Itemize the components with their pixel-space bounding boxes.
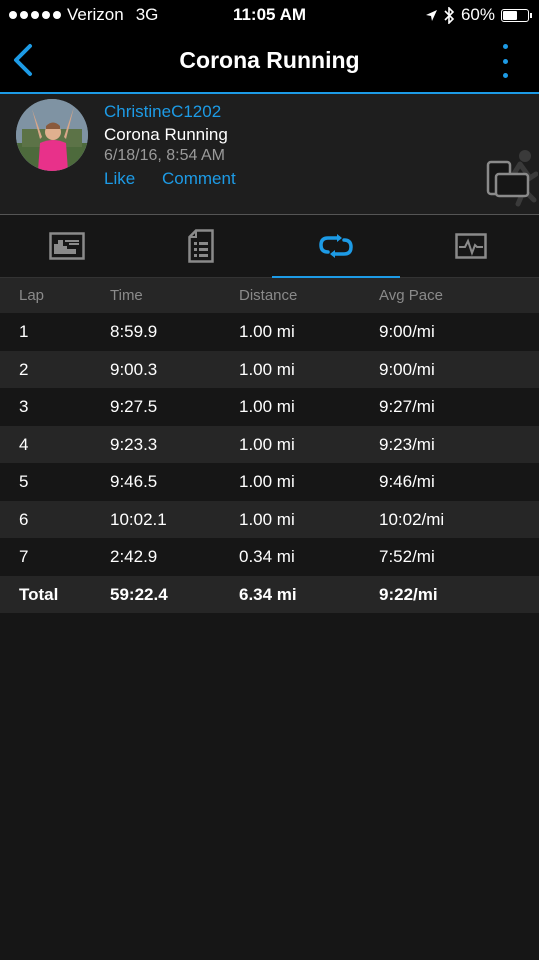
lap-time: 2:42.9 <box>110 547 158 566</box>
total-distance: 6.34 mi <box>239 584 297 604</box>
lap-distance: 1.00 mi <box>239 472 295 491</box>
activity-datetime: 6/18/16, 8:54 AM <box>104 147 225 164</box>
lap-pace: 9:00/mi <box>379 359 435 379</box>
lap-distance: 1.00 mi <box>239 509 295 529</box>
lap-time: 10:02.1 <box>110 509 167 529</box>
page-title: Corona Running <box>179 47 360 73</box>
lap-row: 2 9:00.3 1.00 mi 9:00/mi <box>0 350 539 388</box>
lap-distance: 0.34 mi <box>239 547 295 566</box>
avatar[interactable] <box>16 99 88 171</box>
lap-time: 9:00.3 <box>110 359 158 379</box>
lap-time: 9:27.5 <box>110 397 158 416</box>
header-time: Time <box>110 287 143 304</box>
navigation-bar: Corona Running <box>0 30 539 94</box>
header-lap: Lap <box>19 287 45 304</box>
chart-icon <box>49 232 85 260</box>
lap-row: 3 9:27.5 1.00 mi 9:27/mi <box>0 388 539 426</box>
lap-pace: 9:23/mi <box>379 434 435 454</box>
lap-time: 9:23.3 <box>110 434 158 454</box>
lap-row: 4 9:23.3 1.00 mi 9:23/mi <box>0 425 539 463</box>
total-time: 59:22.4 <box>110 584 168 604</box>
lap-distance: 1.00 mi <box>239 397 295 416</box>
lap-number: 7 <box>19 547 29 566</box>
activity-name: Corona Running <box>104 125 228 144</box>
total-pace: 9:22/mi <box>379 584 438 604</box>
tab-laps[interactable] <box>269 215 403 278</box>
lap-row: 5 9:46.5 1.00 mi 9:46/mi <box>0 463 539 501</box>
activity-header: ChristineC1202 Corona Running 6/18/16, 8… <box>0 94 539 215</box>
lap-distance: 1.00 mi <box>239 359 295 379</box>
battery-icon <box>501 8 532 22</box>
lap-number: 3 <box>19 397 29 416</box>
lap-pace: 10:02/mi <box>379 509 445 529</box>
lap-pace: 9:00/mi <box>379 322 435 341</box>
heart-rate-icon <box>455 233 487 259</box>
like-button[interactable]: Like <box>104 169 135 189</box>
activity-tabs <box>0 215 539 278</box>
lap-number: 4 <box>19 434 29 454</box>
lap-time: 8:59.9 <box>110 322 158 341</box>
comment-button[interactable]: Comment <box>162 169 236 189</box>
tab-summary[interactable] <box>0 215 134 277</box>
tab-charts[interactable] <box>404 215 538 277</box>
lap-number: 6 <box>19 509 29 529</box>
total-label: Total <box>19 584 59 604</box>
total-row: Total 59:22.4 6.34 mi 9:22/mi <box>0 575 539 613</box>
lap-pace: 9:27/mi <box>379 397 435 416</box>
more-options-icon[interactable] <box>501 44 509 78</box>
lap-row: 6 10:02.1 1.00 mi 10:02/mi <box>0 500 539 538</box>
header-avg-pace: Avg Pace <box>379 287 443 304</box>
lap-distance: 1.00 mi <box>239 322 295 341</box>
lap-row: 1 8:59.9 1.00 mi 9:00/mi <box>0 313 539 351</box>
battery-percent: 60% <box>460 5 495 24</box>
lap-pace: 9:46/mi <box>379 472 435 491</box>
lap-row: 7 2:42.9 0.34 mi 7:52/mi <box>0 538 539 576</box>
bluetooth-icon <box>444 6 455 24</box>
lap-time: 9:46.5 <box>110 472 158 491</box>
tab-details[interactable] <box>134 215 268 277</box>
lap-distance: 1.00 mi <box>239 434 295 454</box>
laps-loop-icon <box>319 234 353 258</box>
header-distance: Distance <box>239 287 298 304</box>
laps-table-header: Lap Time Distance Avg Pace <box>0 278 539 313</box>
lap-number: 5 <box>19 472 29 491</box>
status-bar: Verizon 3G 11:05 AM 60% <box>0 0 539 30</box>
lap-number: 1 <box>19 322 29 341</box>
location-arrow-icon <box>425 9 437 21</box>
lap-number: 2 <box>19 359 29 379</box>
device-sync-icon <box>486 150 538 207</box>
activity-username-link[interactable]: ChristineC1202 <box>104 102 221 122</box>
details-list-icon <box>188 229 214 263</box>
lap-pace: 7:52/mi <box>379 547 435 566</box>
